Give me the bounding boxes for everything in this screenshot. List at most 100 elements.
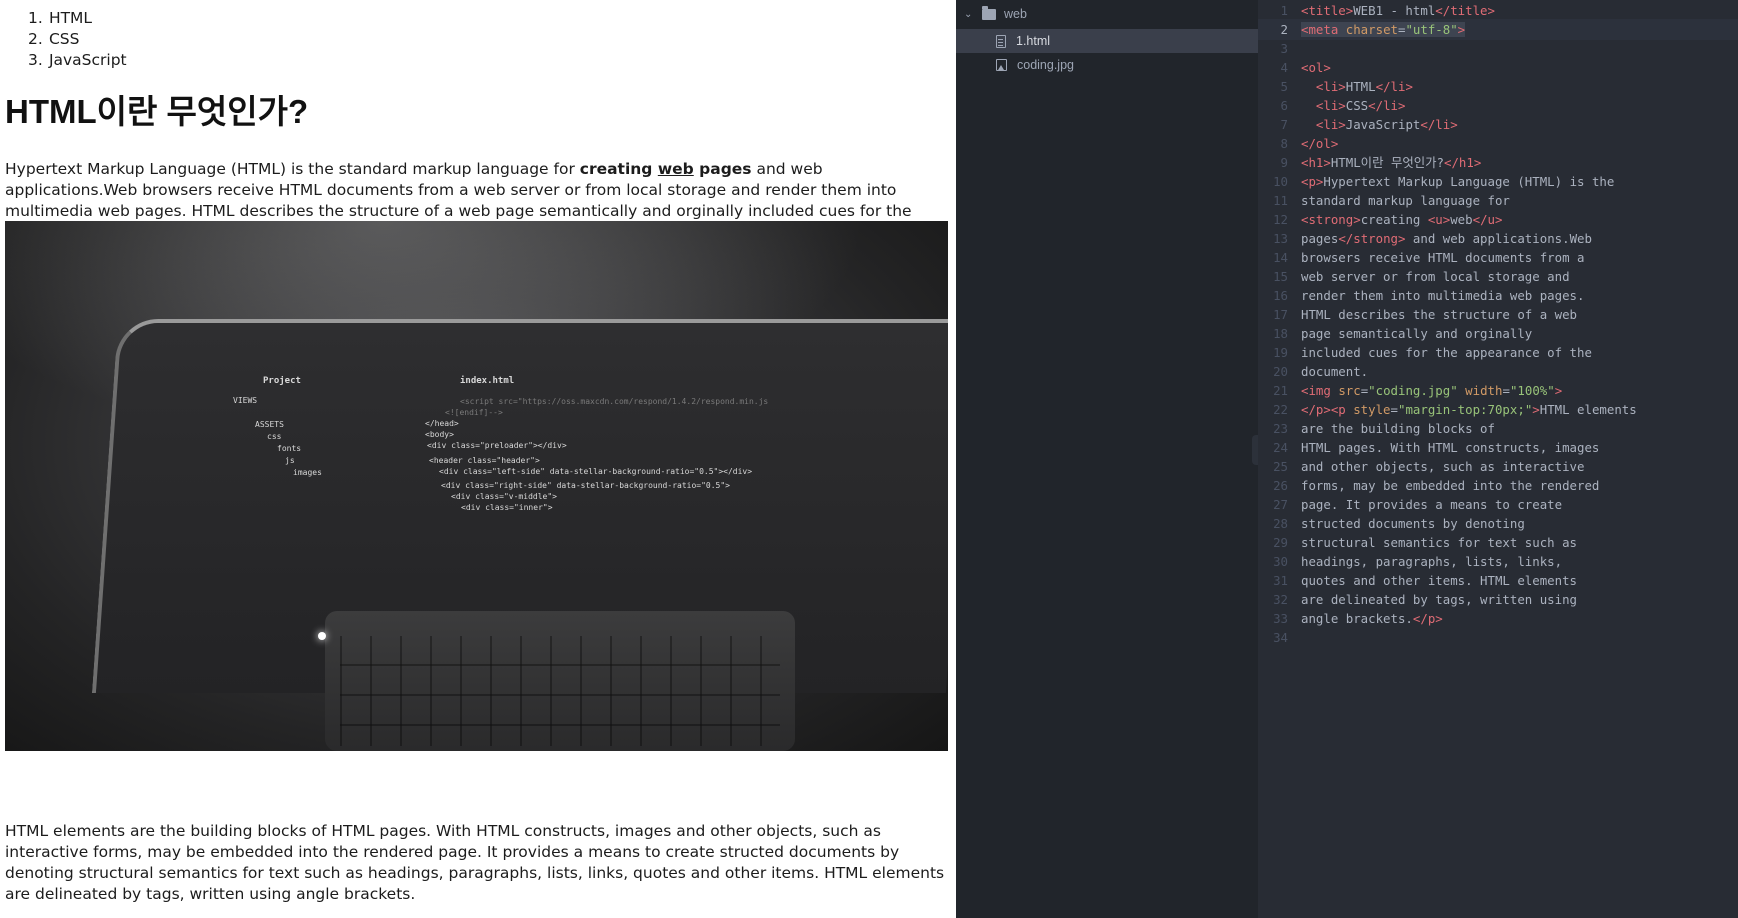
code-line[interactable]: 25 and other objects, such as interactive [1258,456,1738,477]
elements-paragraph: HTML elements are the building blocks of… [5,822,945,903]
code-line[interactable]: 13 pages</strong> and web applications.We… [1258,228,1738,249]
code-line[interactable]: 24 HTML pages. With HTML constructs, imag… [1258,437,1738,458]
code-token: are the building blocks of [1301,421,1495,436]
code-text: </ol> [1301,133,1338,154]
code-line[interactable]: 17 HTML describes the structure of a web [1258,304,1738,325]
keyboard-keys [340,636,780,746]
screen-tree-item: ASSETS [255,420,284,429]
code-line[interactable]: 14 browsers receive HTML documents from a [1258,247,1738,268]
tree-folder-web[interactable]: ⌄ web [956,2,1258,26]
code-line[interactable]: 3 [1258,38,1738,59]
code-token: document. [1301,364,1369,379]
screen-code-line: <div class="right-side" data-stellar-bac… [441,481,730,490]
code-line[interactable]: 2 <meta charset="utf-8"> [1258,19,1738,40]
code-line[interactable]: 26 forms, may be embedded into the render… [1258,475,1738,496]
code-line[interactable]: 29 structural semantics for text such as [1258,532,1738,553]
code-line[interactable]: 12 <strong>creating <u>web</u> [1258,209,1738,230]
code-text: included cues for the appearance of the [1301,342,1592,363]
code-token: CSS [1345,98,1369,113]
code-text: <strong>creating <u>web</u> [1301,209,1502,230]
code-line[interactable]: 11 standard markup language for [1258,190,1738,211]
line-number: 8 [1280,136,1288,151]
file-text-icon [996,34,1006,48]
code-line[interactable]: 30 headings, paragraphs, lists, links, [1258,551,1738,572]
code-token: > [1532,402,1540,417]
code-line[interactable]: 15 web server or from local storage and [1258,266,1738,287]
code-text: page semantically and orginally [1301,323,1532,344]
tree-file-label: 1.html [1016,34,1051,48]
screen-tree-item: css [267,432,282,441]
code-line[interactable]: 27 page. It provides a means to create [1258,494,1738,515]
code-line[interactable]: 6 <li>CSS</li> [1258,95,1738,116]
code-line[interactable]: 8 </ol> [1258,133,1738,154]
code-text: <h1>HTML이란 무엇인가?</h1> [1301,152,1481,173]
folder-icon [982,5,996,20]
line-number: 33 [1273,611,1288,626]
code-editor[interactable]: 1 <title>WEB1 - html</title> 2 <meta charse… [1258,0,1738,918]
code-token: <ol> [1301,60,1331,75]
code-line[interactable]: 32 are delineated by tags, written using [1258,589,1738,610]
line-number: 15 [1273,269,1288,284]
screen-code-line: </head> [425,419,459,428]
screen-code-line: <header class="header"> [429,456,540,465]
code-token: angle brackets. [1301,611,1413,626]
code-token: quotes and other items. HTML elements [1301,573,1578,588]
tree-file-label: coding.jpg [1017,58,1074,72]
code-line[interactable]: 9 <h1>HTML이란 무엇인가?</h1> [1258,152,1738,173]
code-token: <li> [1315,117,1346,132]
code-text: <ol> [1301,57,1331,78]
code-token: > [1457,22,1466,37]
code-token: "100%" [1509,383,1555,398]
line-number: 5 [1280,79,1288,94]
code-line[interactable]: 1 <title>WEB1 - html</title> [1258,0,1738,21]
tree-file-coding-jpg[interactable]: coding.jpg [956,53,1258,77]
code-line[interactable]: 7 <li>JavaScript</li> [1258,114,1738,135]
code-token: <meta [1301,22,1346,37]
code-text: structed documents by denoting [1301,513,1525,534]
code-token: </strong> [1338,231,1406,246]
code-token: </title> [1435,3,1495,18]
line-number: 31 [1273,573,1288,588]
code-line[interactable]: 21 <img src="coding.jpg" width="100%"> [1258,380,1738,401]
code-line[interactable]: 22 </p><p style="margin-top:70px;">HTML e… [1258,399,1738,420]
line-number: 22 [1273,402,1288,417]
code-line[interactable]: 19 included cues for the appearance of th… [1258,342,1738,363]
code-line[interactable]: 20 document. [1258,361,1738,382]
code-text: <li>HTML</li> [1301,76,1413,97]
screen-code-line: <![endif]--> [445,408,503,417]
code-line[interactable]: 23 are the building blocks of [1258,418,1738,439]
code-line[interactable]: 10 <p>Hypertext Markup Language (HTML) is… [1258,171,1738,192]
code-token: <li> [1315,79,1346,94]
code-token: pages [1301,231,1339,246]
ordered-list: 1. HTML 2. CSS 3. JavaScript [28,8,127,71]
code-line[interactable]: 34 [1258,627,1738,648]
code-line[interactable]: 33 angle brackets.</p> [1258,608,1738,629]
code-line[interactable]: 31 quotes and other items. HTML elements [1258,570,1738,591]
code-token: Hypertext Markup Language (HTML) is the [1323,174,1615,189]
code-line[interactable]: 4 <ol> [1258,57,1738,78]
tree-file-1-html[interactable]: 1.html [956,29,1258,53]
line-number: 14 [1273,250,1288,265]
code-token: width [1465,383,1503,398]
code-line[interactable]: 18 page semantically and orginally [1258,323,1738,344]
line-number: 21 [1273,383,1288,398]
line-number: 16 [1273,288,1288,303]
code-text: <li>CSS</li> [1301,95,1406,116]
line-number: 9 [1280,155,1288,170]
screen-code-line: <body> [425,430,454,439]
code-token: page semantically and orginally [1301,326,1533,341]
code-line[interactable]: 28 structed documents by denoting [1258,513,1738,534]
code-token: creating [1360,212,1428,227]
tree-view: ⌄ web 1.html coding.jpg [956,0,1258,918]
screen-tree-item: js [285,456,295,465]
code-line[interactable]: 16 render them into multimedia web pages. [1258,285,1738,306]
code-line[interactable]: 5 <li>HTML</li> [1258,76,1738,97]
code-text: structural semantics for text such as [1301,532,1577,553]
code-text: headings, paragraphs, lists, links, [1301,551,1562,572]
code-token: <title> [1301,3,1354,18]
code-token: > [1554,383,1563,398]
code-text: quotes and other items. HTML elements [1301,570,1577,591]
coding-photo: Project index.html VIEWS ASSETS css font… [5,221,948,751]
code-token: forms, may be embedded into the rendered [1301,478,1600,493]
code-text: page. It provides a means to create [1301,494,1562,515]
